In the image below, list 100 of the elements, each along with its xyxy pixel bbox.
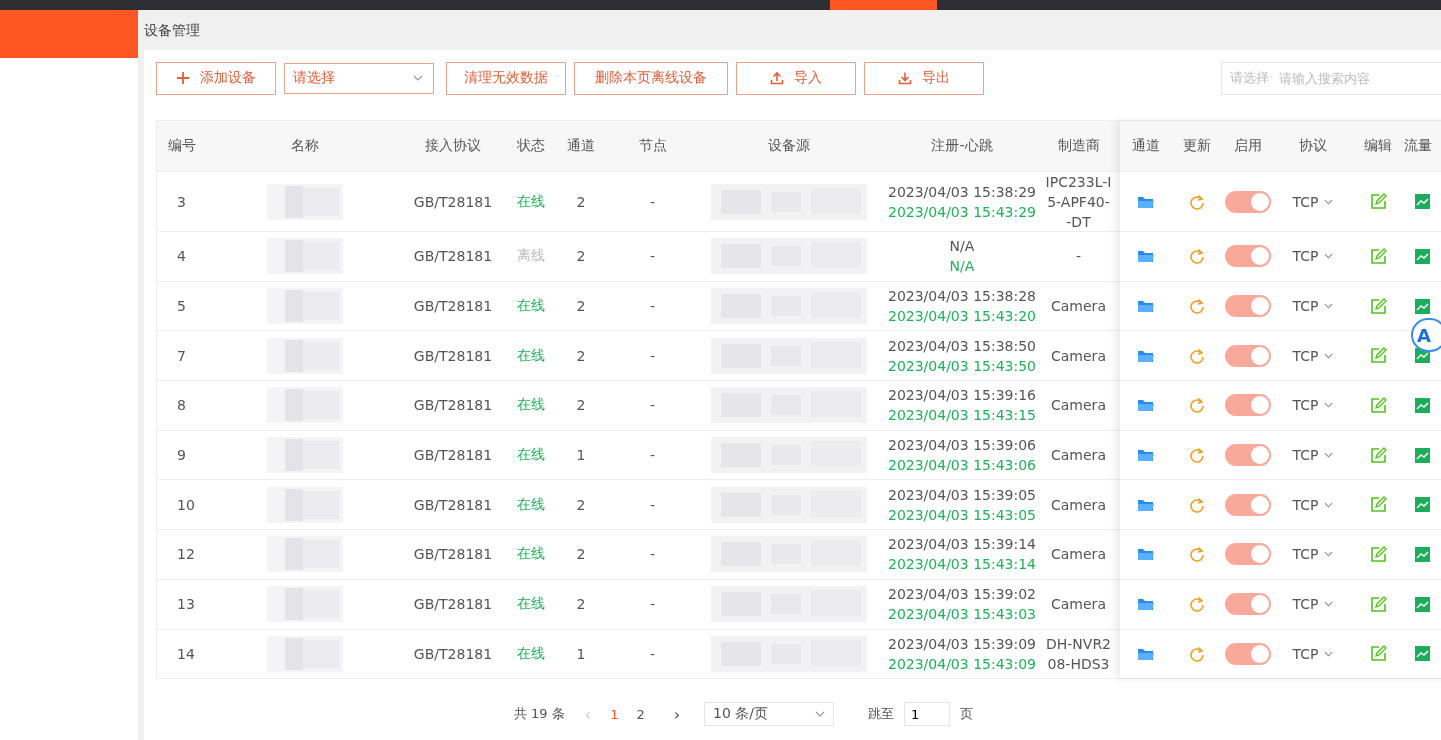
manufacturer-text: -	[1075, 247, 1082, 267]
folder-icon[interactable]	[1136, 497, 1155, 512]
chart-icon[interactable]	[1415, 194, 1430, 209]
refresh-icon[interactable]	[1188, 248, 1205, 265]
heartbeat-time: 2023/04/03 15:43:06	[888, 456, 1036, 476]
chevron-down-icon	[1324, 198, 1334, 205]
chart-icon[interactable]	[1415, 397, 1430, 413]
folder-icon[interactable]	[1136, 646, 1155, 661]
folder-icon[interactable]	[1136, 249, 1155, 264]
search-input[interactable]: 请输入搜索内容	[1279, 61, 1441, 95]
refresh-icon[interactable]	[1188, 596, 1205, 613]
chart-icon[interactable]	[1415, 298, 1430, 314]
protocol-select[interactable]: TCP	[1292, 645, 1334, 662]
enable-toggle[interactable]	[1224, 493, 1271, 516]
refresh-icon[interactable]	[1188, 193, 1205, 210]
page-title: 设备管理	[144, 21, 201, 40]
refresh-icon[interactable]	[1188, 347, 1205, 364]
heartbeat-time: 2023/04/03 15:43:15	[888, 406, 1036, 426]
chart-icon[interactable]	[1415, 546, 1430, 562]
protocol-select[interactable]: TCP	[1292, 248, 1334, 265]
manufacturer-text: Camera	[1051, 346, 1106, 366]
folder-icon[interactable]	[1136, 348, 1155, 363]
table-cell: -	[649, 447, 656, 464]
chart-icon[interactable]	[1415, 646, 1430, 662]
enable-toggle[interactable]	[1224, 444, 1271, 467]
total-count: 共 19 条	[513, 705, 565, 724]
column-header: 制造商	[1056, 136, 1101, 155]
next-page-button[interactable]: ›	[673, 704, 681, 724]
refresh-icon[interactable]	[1188, 496, 1205, 513]
chart-icon[interactable]	[1415, 596, 1430, 612]
enable-toggle[interactable]	[1224, 295, 1271, 318]
table-cell: -	[649, 596, 656, 613]
edit-icon[interactable]	[1369, 446, 1387, 464]
protocol-select[interactable]: TCP	[1292, 347, 1334, 364]
export-button[interactable]: 导出	[864, 61, 984, 95]
enable-toggle[interactable]	[1224, 543, 1271, 566]
chevron-down-icon	[1324, 501, 1334, 508]
chart-icon[interactable]	[1415, 447, 1430, 463]
manufacturer-text: 5-APF40-	[1047, 192, 1110, 212]
folder-icon[interactable]	[1136, 547, 1155, 562]
enable-toggle[interactable]	[1224, 344, 1271, 367]
refresh-icon[interactable]	[1188, 645, 1205, 662]
edit-icon[interactable]	[1369, 297, 1387, 315]
add-device-button[interactable]: 添加设备	[156, 61, 276, 95]
edit-icon[interactable]	[1369, 347, 1387, 365]
manufacturer-text: 08-HDS3	[1047, 654, 1110, 674]
edit-icon[interactable]	[1369, 595, 1387, 613]
chevron-down-icon	[815, 711, 826, 718]
table-cell: 9	[177, 447, 186, 464]
folder-icon[interactable]	[1136, 194, 1155, 209]
delete-offline-button[interactable]: 删除本页离线设备	[574, 61, 728, 95]
import-button[interactable]: 导入	[736, 61, 856, 95]
enable-toggle[interactable]	[1224, 642, 1271, 665]
table-cell: 10	[177, 496, 195, 513]
table-cell: 2	[576, 193, 586, 210]
edit-icon[interactable]	[1369, 247, 1387, 265]
register-time: 2023/04/03 15:39:06	[888, 436, 1036, 456]
protocol-select[interactable]: TCP	[1292, 193, 1334, 210]
column-header: 更新	[1181, 136, 1212, 155]
chart-icon[interactable]	[1415, 497, 1430, 513]
table-cell: 4	[177, 248, 186, 265]
page-number[interactable]: 2	[627, 706, 654, 722]
refresh-icon[interactable]	[1188, 298, 1205, 315]
page-size-select[interactable]: 10 条/页	[704, 702, 835, 727]
folder-icon[interactable]	[1136, 448, 1155, 463]
protocol-select[interactable]: TCP	[1292, 447, 1334, 464]
manufacturer-text: Camera	[1051, 545, 1106, 565]
edit-icon[interactable]	[1369, 496, 1387, 514]
protocol-select[interactable]: TCP	[1292, 298, 1334, 315]
folder-icon[interactable]	[1136, 299, 1155, 314]
jump-page-field[interactable]: 1	[904, 702, 951, 727]
register-time: 2023/04/03 15:39:14	[888, 535, 1036, 555]
edit-icon[interactable]	[1369, 193, 1387, 210]
table-cell: 13	[177, 596, 195, 613]
folder-icon[interactable]	[1136, 398, 1155, 413]
edit-icon[interactable]	[1369, 645, 1387, 663]
register-time: 2023/04/03 15:39:09	[888, 634, 1036, 654]
refresh-icon[interactable]	[1188, 447, 1205, 464]
protocol-select[interactable]: TCP	[1292, 596, 1334, 613]
edit-icon[interactable]	[1369, 545, 1387, 563]
manufacturer-text: Camera	[1051, 446, 1106, 466]
enable-toggle[interactable]	[1224, 394, 1271, 417]
enable-toggle[interactable]	[1224, 245, 1271, 268]
clean-invalid-data-button[interactable]: 清理无效数据	[446, 61, 566, 95]
protocol-select[interactable]: TCP	[1292, 496, 1334, 513]
enable-toggle[interactable]	[1224, 593, 1271, 616]
download-icon	[898, 71, 912, 85]
chart-icon[interactable]	[1415, 248, 1430, 264]
table-cell: -	[649, 193, 656, 210]
refresh-icon[interactable]	[1188, 546, 1205, 563]
column-header: 状态	[515, 136, 546, 155]
protocol-select[interactable]: TCP	[1292, 546, 1334, 563]
refresh-icon[interactable]	[1188, 397, 1205, 414]
table-cell: -	[649, 496, 656, 513]
edit-icon[interactable]	[1369, 396, 1387, 414]
enable-toggle[interactable]	[1224, 190, 1271, 213]
folder-icon[interactable]	[1136, 597, 1155, 612]
filter-select[interactable]: 请选择	[284, 62, 434, 94]
heartbeat-time: 2023/04/03 15:43:20	[888, 307, 1036, 327]
protocol-select[interactable]: TCP	[1292, 397, 1334, 414]
